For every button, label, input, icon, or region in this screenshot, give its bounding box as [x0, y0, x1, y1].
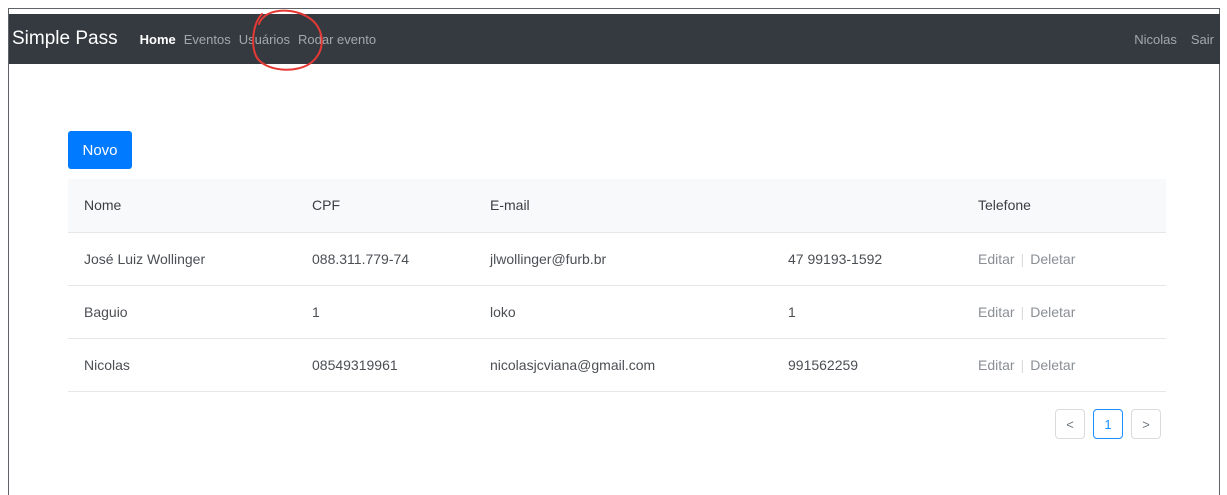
column-header-nome: Nome: [84, 197, 122, 214]
nav-link-home[interactable]: Home: [140, 32, 176, 47]
nav-right: Nicolas Sair: [1120, 32, 1220, 47]
edit-link[interactable]: Editar: [978, 357, 1015, 373]
action-separator: |: [1020, 356, 1025, 373]
cell-cpf: 088.311.779-74: [312, 250, 410, 267]
table-row: Nicolas 08549319961 nicolasjcviana@gmail…: [68, 338, 1166, 391]
nav-logout-link[interactable]: Sair: [1191, 32, 1214, 47]
column-header-email: E-mail: [490, 197, 530, 214]
cell-email: nicolasjcviana@gmail.com: [490, 356, 656, 373]
table-header-row: Nome CPF E-mail Telefone: [68, 179, 1166, 232]
cell-email: loko: [490, 303, 516, 320]
cell-actions: Editar | Deletar: [962, 232, 1166, 285]
cell-nome: Nicolas: [84, 356, 130, 373]
pagination: < 1 >: [1055, 409, 1161, 439]
delete-link[interactable]: Deletar: [1030, 357, 1075, 373]
nav-link-rodar-evento[interactable]: Rodar evento: [298, 32, 376, 47]
column-header-cpf: CPF: [312, 197, 340, 214]
table-row: José Luiz Wollinger 088.311.779-74 jlwol…: [68, 232, 1166, 285]
cell-cpf: 1: [312, 303, 320, 320]
cell-actions: Editar | Deletar: [962, 338, 1166, 391]
nav-link-eventos[interactable]: Eventos: [184, 32, 231, 47]
column-header-telefone: Telefone: [978, 197, 1031, 214]
page-1-button[interactable]: 1: [1093, 409, 1123, 439]
users-table: Nome CPF E-mail Telefone José Luiz Wolli…: [68, 179, 1166, 392]
cell-telefone: 47 99193-1592: [788, 250, 883, 267]
cell-telefone: 991562259: [788, 356, 859, 373]
next-page-button[interactable]: >: [1131, 409, 1161, 439]
table-row: Baguio 1 loko 1 Editar | Deletar: [68, 285, 1166, 338]
navbar: Simple Pass Home Eventos Usuários Rodar …: [9, 14, 1220, 64]
edit-link[interactable]: Editar: [978, 304, 1015, 320]
brand-logo[interactable]: Simple Pass: [12, 28, 118, 50]
action-separator: |: [1020, 303, 1025, 320]
edit-link[interactable]: Editar: [978, 251, 1015, 267]
delete-link[interactable]: Deletar: [1030, 251, 1075, 267]
cell-cpf: 08549319961: [312, 356, 398, 373]
column-header-blank: [772, 179, 962, 232]
cell-nome: José Luiz Wollinger: [84, 250, 206, 267]
prev-page-button[interactable]: <: [1055, 409, 1085, 439]
nav-user-name[interactable]: Nicolas: [1134, 32, 1177, 47]
cell-actions: Editar | Deletar: [962, 285, 1166, 338]
action-separator: |: [1020, 250, 1025, 267]
delete-link[interactable]: Deletar: [1030, 304, 1075, 320]
cell-email: jlwollinger@furb.br: [490, 250, 607, 267]
new-user-button[interactable]: Novo: [68, 131, 132, 169]
nav-link-usuarios[interactable]: Usuários: [239, 32, 290, 47]
cell-telefone: 1: [788, 303, 796, 320]
cell-nome: Baguio: [84, 303, 128, 320]
